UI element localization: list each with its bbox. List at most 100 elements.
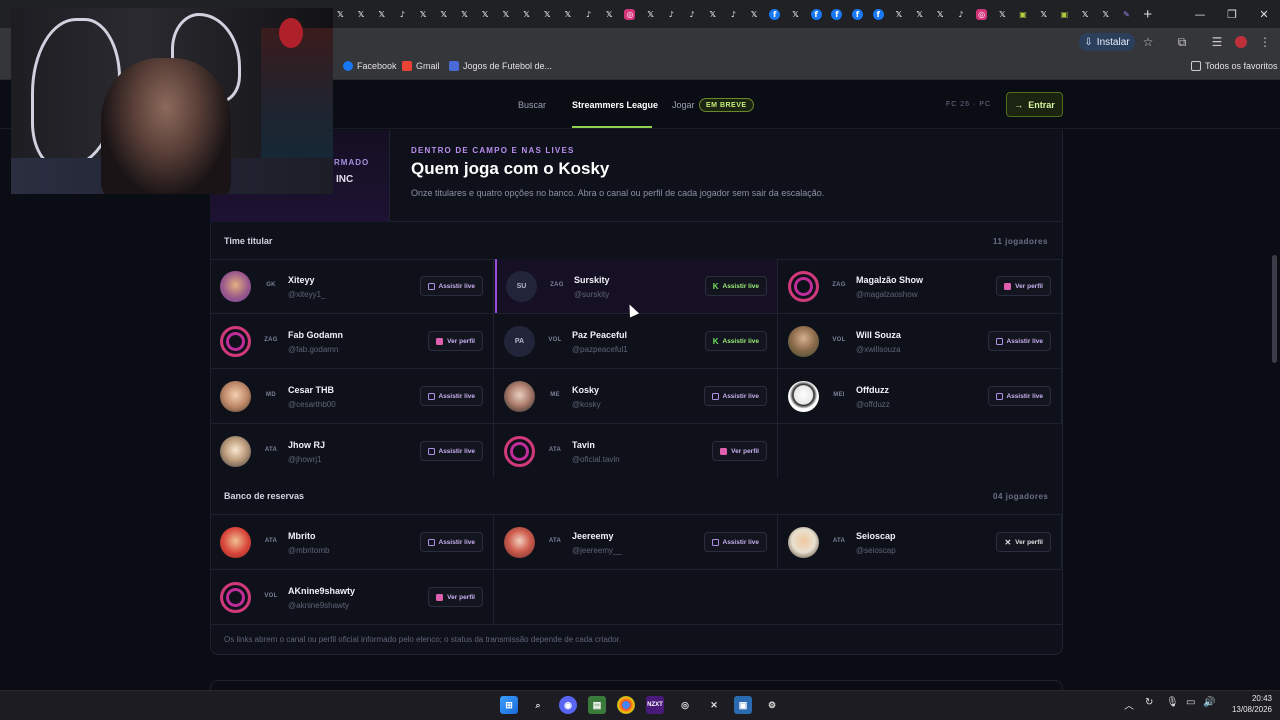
browser-tab[interactable]: ✎ (1116, 0, 1137, 28)
browser-tab[interactable]: 𝕏 (537, 0, 558, 28)
discord-icon[interactable]: ◉ (559, 696, 577, 714)
menu-icon[interactable]: ⋮ (1257, 34, 1273, 50)
watch-live-button[interactable]: Assistir live (987, 386, 1051, 406)
obs-icon[interactable]: ◎ (676, 696, 694, 714)
install-app-button[interactable]: ⇩ Instalar (1079, 33, 1135, 51)
browser-tab[interactable]: 𝕏 (599, 0, 620, 28)
watch-live-button[interactable]: Assistir live (419, 276, 483, 296)
browser-tab[interactable]: 𝕏 (992, 0, 1013, 28)
browser-tab[interactable]: ◎ (971, 0, 992, 28)
player-card[interactable]: MD Cesar THB @cesarthb00 Assistir live (211, 369, 494, 423)
browser-tab[interactable]: 𝕏 (351, 0, 372, 28)
browser-tab[interactable]: 𝕏 (702, 0, 723, 28)
player-card[interactable]: ATA Jeereemy @jeereemy__ Assistir live (495, 515, 778, 569)
browser-tab[interactable]: 𝕏 (640, 0, 661, 28)
nav-play[interactable]: Jogar (672, 100, 695, 110)
player-card[interactable]: SU ZAG Surskity @surskity K Assistir live (495, 259, 778, 313)
browser-tab[interactable]: ♪ (661, 0, 682, 28)
browser-tab[interactable]: ♪ (578, 0, 599, 28)
watch-live-button[interactable]: Assistir live (703, 532, 767, 552)
browser-tab[interactable]: ▣ (1013, 0, 1034, 28)
browser-tab[interactable]: 𝕏 (433, 0, 454, 28)
player-card[interactable]: ME Kosky @kosky Assistir live (495, 369, 778, 423)
browser-tab[interactable]: ▣ (1054, 0, 1075, 28)
player-card[interactable]: ATA Mbrito @mbritomb Assistir live (211, 515, 494, 569)
close-icon[interactable]: ✕ (1248, 0, 1280, 28)
browser-tab[interactable]: 𝕏 (371, 0, 392, 28)
game-launcher-icon[interactable]: ▤ (588, 696, 606, 714)
nav-search[interactable]: Buscar (518, 100, 546, 110)
extensions-icon[interactable]: ⧉ (1174, 34, 1190, 50)
browser-tab[interactable]: 𝕏 (475, 0, 496, 28)
player-card[interactable]: ATA Tavin @oficial.tavin Ver perfil (495, 424, 778, 478)
view-profile-button[interactable]: Ver perfil (996, 276, 1051, 296)
watch-live-button[interactable]: K Assistir live (704, 331, 767, 351)
watch-live-button[interactable]: Assistir live (419, 532, 483, 552)
watch-live-button[interactable]: K Assistir live (704, 276, 767, 296)
browser-tab[interactable]: f (764, 0, 785, 28)
browser-tab[interactable]: 𝕏 (496, 0, 517, 28)
volume-icon[interactable]: 🔊 (1203, 697, 1215, 708)
new-tab-button[interactable]: + (1137, 6, 1159, 23)
browser-tab[interactable]: f (806, 0, 827, 28)
view-profile-button[interactable]: ✕ Ver perfil (996, 532, 1051, 552)
browser-tab[interactable]: 𝕏 (930, 0, 951, 28)
watch-live-button[interactable]: Assistir live (419, 386, 483, 406)
tray-sync-icon[interactable]: ↻ (1145, 697, 1153, 708)
browser-tab[interactable]: 𝕏 (785, 0, 806, 28)
view-profile-button[interactable]: Ver perfil (428, 331, 483, 351)
tray-chevron-icon[interactable]: ︿ (1124, 697, 1134, 712)
search-icon[interactable]: ⌕ (529, 696, 547, 714)
maximize-icon[interactable]: ❐ (1216, 0, 1248, 28)
browser-tab[interactable]: f (868, 0, 889, 28)
player-card[interactable]: ATA Seioscap @seioscap ✕ Ver perfil (779, 515, 1062, 569)
reading-list-icon[interactable]: ☰ (1209, 34, 1225, 50)
browser-tab[interactable]: 𝕏 (558, 0, 579, 28)
player-card[interactable]: ZAG Magalzão Show @magalzaoshow Ver perfil (779, 259, 1062, 313)
nav-streammers-league[interactable]: Streammers League (572, 100, 658, 110)
browser-tab[interactable]: 𝕏 (1095, 0, 1116, 28)
browser-tab[interactable]: 𝕏 (909, 0, 930, 28)
browser-tab[interactable]: ♪ (392, 0, 413, 28)
watch-live-button[interactable]: Assistir live (703, 386, 767, 406)
all-favorites[interactable]: Todos os favoritos (1191, 61, 1278, 71)
browser-tab[interactable]: ♪ (723, 0, 744, 28)
bookmark-facebook[interactable]: Facebook (343, 61, 397, 71)
network-icon[interactable]: ▭ (1186, 697, 1195, 708)
browser-tab[interactable]: ♪ (951, 0, 972, 28)
player-card[interactable]: GK Xiteyy @xiteyy1_ Assistir live (211, 259, 494, 313)
browser-tab[interactable]: f (847, 0, 868, 28)
bookmark-gmail[interactable]: Gmail (402, 61, 440, 71)
browser-tab[interactable]: 𝕏 (1075, 0, 1096, 28)
profile-avatar-icon[interactable] (1233, 34, 1249, 50)
view-profile-button[interactable]: Ver perfil (712, 441, 767, 461)
bookmark-star-icon[interactable]: ☆ (1140, 34, 1156, 50)
watch-live-button[interactable]: Assistir live (987, 331, 1051, 351)
minimize-icon[interactable]: — (1184, 0, 1216, 28)
player-card[interactable]: VOL AKnine9shawty @aknine9shawty Ver perfil (211, 570, 494, 624)
browser-tab[interactable]: f (827, 0, 848, 28)
browser-tab[interactable]: 𝕏 (454, 0, 475, 28)
nzxt-icon[interactable]: NZXT (646, 696, 664, 714)
watch-live-button[interactable]: Assistir live (419, 441, 483, 461)
browser-tab[interactable]: 𝕏 (889, 0, 910, 28)
browser-tab[interactable]: 𝕏 (516, 0, 537, 28)
player-card[interactable]: ATA Jhow RJ @jhowrj1 Assistir live (211, 424, 494, 478)
browser-tab[interactable]: 𝕏 (413, 0, 434, 28)
player-card[interactable]: PA VOL Paz Peaceful @pazpeaceful1 K Assistir … (495, 314, 778, 368)
enter-button[interactable]: → Entrar (1006, 92, 1063, 117)
start-icon[interactable]: ⊞ (500, 696, 518, 714)
browser-tab[interactable]: 𝕏 (330, 0, 351, 28)
page-scrollbar[interactable] (1272, 255, 1277, 363)
x-app-icon[interactable]: ✕ (705, 696, 723, 714)
bookmark-jogos[interactable]: Jogos de Futebol de... (449, 61, 552, 71)
browser-tab[interactable]: 𝕏 (744, 0, 765, 28)
view-profile-button[interactable]: Ver perfil (428, 587, 483, 607)
browser-tab[interactable]: ♪ (682, 0, 703, 28)
photos-icon[interactable]: ▣ (734, 696, 752, 714)
browser-tab[interactable]: ◎ (620, 0, 641, 28)
player-card[interactable]: MEI Offduzz @offduzz Assistir live (779, 369, 1062, 423)
player-card[interactable]: ZAG Fab Godamn @fab.godamn Ver perfil (211, 314, 494, 368)
browser-tab[interactable]: 𝕏 (1033, 0, 1054, 28)
microphone-icon[interactable]: 🎙 (1166, 697, 1179, 708)
